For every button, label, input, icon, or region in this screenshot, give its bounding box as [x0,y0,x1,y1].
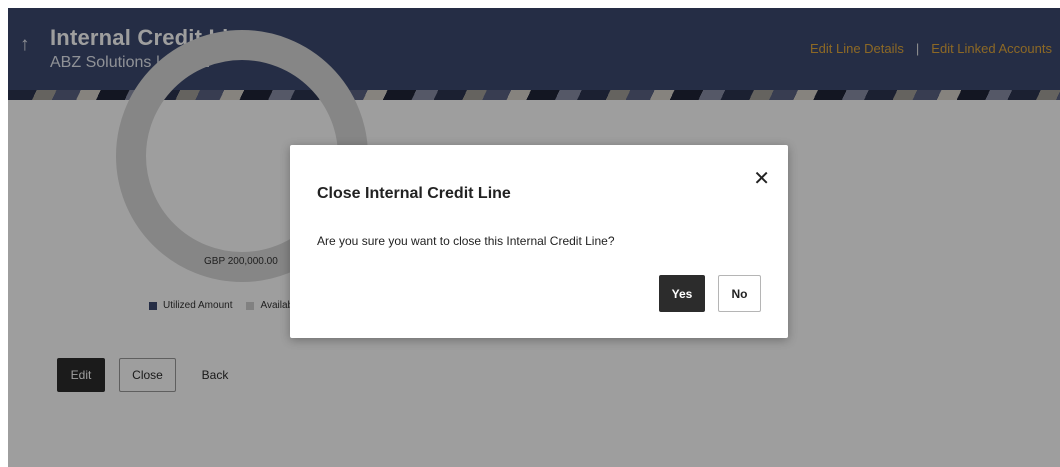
dialog-title: Close Internal Credit Line [317,185,511,202]
close-credit-line-dialog: Close Internal Credit Line ✕ Are you sur… [290,145,788,338]
no-button[interactable]: No [718,275,761,312]
dialog-message: Are you sure you want to close this Inte… [317,234,615,248]
close-icon[interactable]: ✕ [753,169,770,189]
yes-button[interactable]: Yes [659,275,705,312]
